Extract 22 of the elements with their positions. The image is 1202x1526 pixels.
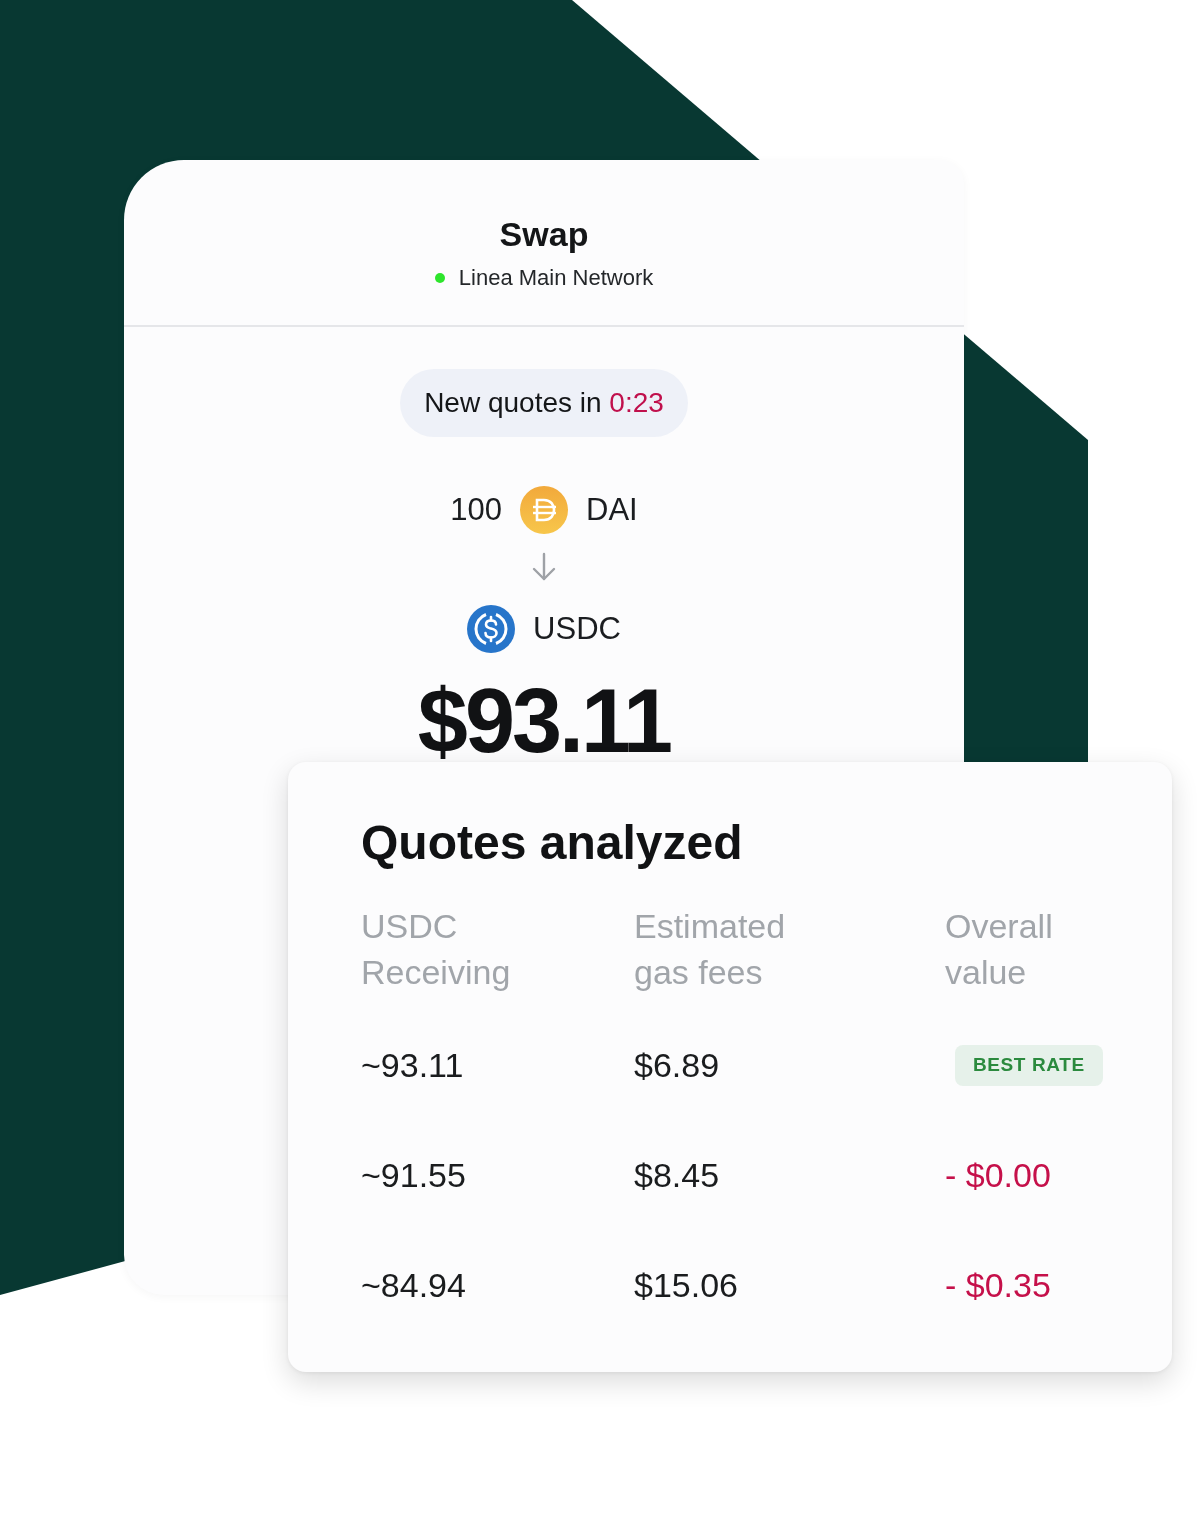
coin-icon [520,486,568,534]
overall-value-cell-text: - $0.00 [945,1155,1051,1196]
token-name: DAI [586,491,638,529]
receiving-cell-text: ~93.11 [361,1045,464,1086]
receiving-cell-text: ~91.55 [361,1155,466,1196]
column-header: Overall value [945,906,1054,993]
network-name: Linea Main Network [458,264,654,292]
swap-amount: 100 [450,491,502,529]
column-header: USDC Receiving [361,906,512,993]
column-header: Estimated gas fees [634,906,787,993]
gas-fee-cell-text: $8.45 [634,1155,720,1196]
receiving-cell-text: ~84.94 [361,1265,466,1306]
quotes-title: Quotes analyzed [361,815,743,871]
dollar-coin-icon [467,605,516,653]
swap-title: Swap [499,214,589,254]
token-name: USDC [533,610,621,648]
swap-value: $93.11 [417,676,671,766]
gas-fee-cell-text: $15.06 [634,1265,738,1306]
gas-fee-cell-text: $6.89 [634,1045,720,1086]
best-rate-badge: BEST RATE [955,1044,1103,1086]
overall-value-cell-text: - $0.35 [945,1265,1051,1306]
quote-countdown: New quotes in 0:23 [400,369,688,437]
